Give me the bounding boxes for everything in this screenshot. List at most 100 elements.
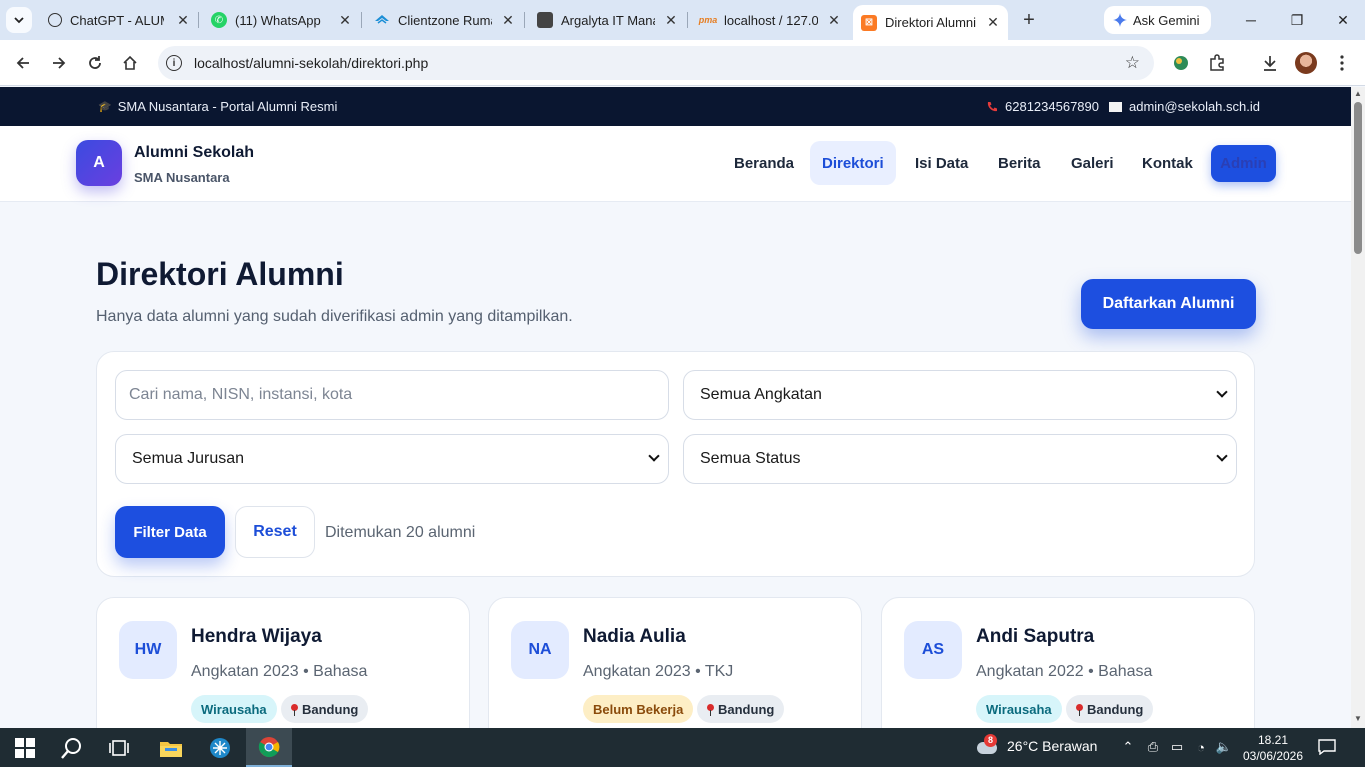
avatar: NA [511,621,569,679]
map-pin-icon [291,703,298,716]
alumni-card[interactable]: AS Andi Saputra Angkatan 2022 • Bahasa W… [881,597,1255,747]
site-logo[interactable]: A [76,140,122,186]
reset-button[interactable]: Reset [235,506,315,558]
new-tab-button[interactable]: + [1018,9,1040,31]
weather-widget[interactable]: 8 26°C Berawan [975,734,1097,756]
alumni-name: Andi Saputra [976,626,1095,647]
scroll-thumb[interactable] [1354,102,1362,254]
nav-isi-data[interactable]: Isi Data [903,141,980,185]
jurusan-select[interactable]: Semua Jurusan [115,434,669,484]
address-bar[interactable]: i localhost/alumni-sekolah/direktori.php… [158,46,1154,80]
status-badge: Wirausaha [976,695,1062,723]
contact-phone[interactable]: 6281234567890 [986,99,1099,114]
chevron-down-icon [1216,450,1228,462]
extension-globe-icon[interactable] [1170,52,1192,74]
school-info: 🎓 SMA Nusantara - Portal Alumni Resmi [98,99,338,114]
gemini-icon [1113,13,1127,27]
browser-tab-argalyta[interactable]: Argalyta IT Mana ✕ [537,6,678,34]
download-icon[interactable] [1259,52,1281,74]
site-header: A Alumni Sekolah SMA Nusantara Beranda D… [0,126,1351,202]
phpmyadmin-icon: pma [698,15,718,25]
close-tab-icon[interactable]: ✕ [338,12,352,28]
home-icon[interactable] [119,52,141,74]
browser-tab-chatgpt[interactable]: ChatGPT - ALUMNI ✕ [48,6,190,34]
map-pin-icon [707,703,714,716]
status-badge: Wirausaha [191,695,277,723]
alumni-meta: Angkatan 2022 • Bahasa [976,663,1153,680]
site-info-icon[interactable]: i [166,55,182,71]
contact-email[interactable]: admin@sekolah.sch.id [1109,99,1260,114]
page-subtitle: Hanya data alumni yang sudah diverifikas… [96,308,573,325]
chevron-down-icon [14,17,24,24]
nav-kontak[interactable]: Kontak [1130,141,1205,185]
page-scrollbar[interactable]: ▲ ▼ [1351,87,1365,728]
alumni-card[interactable]: NA Nadia Aulia Angkatan 2023 • TKJ Belum… [488,597,862,747]
minimize-window-icon[interactable]: ─ [1241,10,1261,30]
close-tab-icon[interactable]: ✕ [986,14,1000,30]
chevron-up-icon[interactable]: ⌃ [1119,738,1137,756]
close-tab-icon[interactable]: ✕ [664,12,678,28]
avatar: HW [119,621,177,679]
nav-beranda[interactable]: Beranda [722,141,806,185]
browser-tab-whatsapp[interactable]: ✆ (11) WhatsApp ✕ [211,6,352,34]
battery-icon[interactable]: ▭ [1168,738,1186,756]
scroll-down-icon[interactable]: ▼ [1354,715,1362,723]
xampp-icon: ⊠ [861,14,877,31]
chevron-down-icon [648,450,660,462]
map-pin-icon [1076,703,1083,716]
chrome-taskbar-icon[interactable] [246,728,292,767]
brand-title[interactable]: Alumni Sekolah [134,144,254,162]
extensions-puzzle-icon[interactable] [1206,52,1228,74]
alumni-meta: Angkatan 2023 • TKJ [583,663,734,680]
taskbar-search-icon[interactable] [49,728,95,767]
close-tab-icon[interactable]: ✕ [501,12,515,28]
alumni-name: Hendra Wijaya [191,626,322,647]
forward-icon[interactable] [48,52,70,74]
wifi-icon[interactable]: ◔ [1192,738,1210,756]
start-button[interactable] [2,728,48,767]
nav-admin-button[interactable]: Admin [1211,145,1276,182]
graduation-cap-icon: 🎓 [98,101,112,113]
tab-search-button[interactable] [6,7,32,33]
page-title: Direktori Alumni [96,256,344,292]
browser-tab-phpmyadmin[interactable]: pma localhost / 127.0. ✕ [698,6,841,34]
city-badge: Bandung [281,695,369,723]
task-view-icon[interactable] [96,728,142,767]
close-tab-icon[interactable]: ✕ [176,12,190,28]
browser-tab-bar: ChatGPT - ALUMNI ✕ ✆ (11) WhatsApp ✕ Cli… [0,0,1365,40]
bookmark-star-icon[interactable]: ☆ [1125,53,1140,73]
search-input[interactable]: Cari nama, NISN, instansi, kota [115,370,669,420]
chevron-down-icon [1216,386,1228,398]
filter-data-button[interactable]: Filter Data [115,506,225,558]
scroll-up-icon[interactable]: ▲ [1354,90,1362,98]
file-explorer-icon[interactable] [148,728,194,767]
close-tab-icon[interactable]: ✕ [827,12,841,28]
close-window-icon[interactable]: ✕ [1333,10,1353,30]
brand-subtitle: SMA Nusantara [134,170,230,185]
restore-window-icon[interactable]: ❐ [1287,10,1307,30]
city-badge: Bandung [1066,695,1154,723]
taskbar-clock[interactable]: 18.21 03/06/2026 [1238,732,1308,764]
meet-icon[interactable]: ⎙ [1144,738,1162,756]
browser-tab-direktori[interactable]: ⊠ Direktori Alumni ✕ [853,5,1008,40]
windows-logo-icon [15,737,35,758]
notifications-icon[interactable] [1318,738,1336,756]
phone-icon [987,101,997,111]
nav-galeri[interactable]: Galeri [1059,141,1126,185]
browser-tab-clientzone[interactable]: Clientzone Rumah ✕ [374,6,515,34]
back-icon[interactable] [12,52,34,74]
status-badge: Belum Bekerja [583,695,694,723]
volume-icon[interactable]: 🔈 [1215,738,1233,756]
mail-icon [1109,101,1122,112]
profile-avatar[interactable] [1295,52,1317,74]
reload-icon[interactable] [84,52,106,74]
alumni-card[interactable]: HW Hendra Wijaya Angkatan 2023 • Bahasa … [96,597,470,747]
more-menu-icon[interactable] [1331,52,1353,74]
nav-direktori[interactable]: Direktori [810,141,896,185]
status-select[interactable]: Semua Status [683,434,1237,484]
ask-gemini-button[interactable]: Ask Gemini [1104,6,1211,34]
angkatan-select[interactable]: Semua Angkatan [683,370,1237,420]
nav-berita[interactable]: Berita [986,141,1053,185]
network-app-icon[interactable] [197,728,243,767]
register-alumni-button[interactable]: Daftarkan Alumni [1081,279,1256,329]
